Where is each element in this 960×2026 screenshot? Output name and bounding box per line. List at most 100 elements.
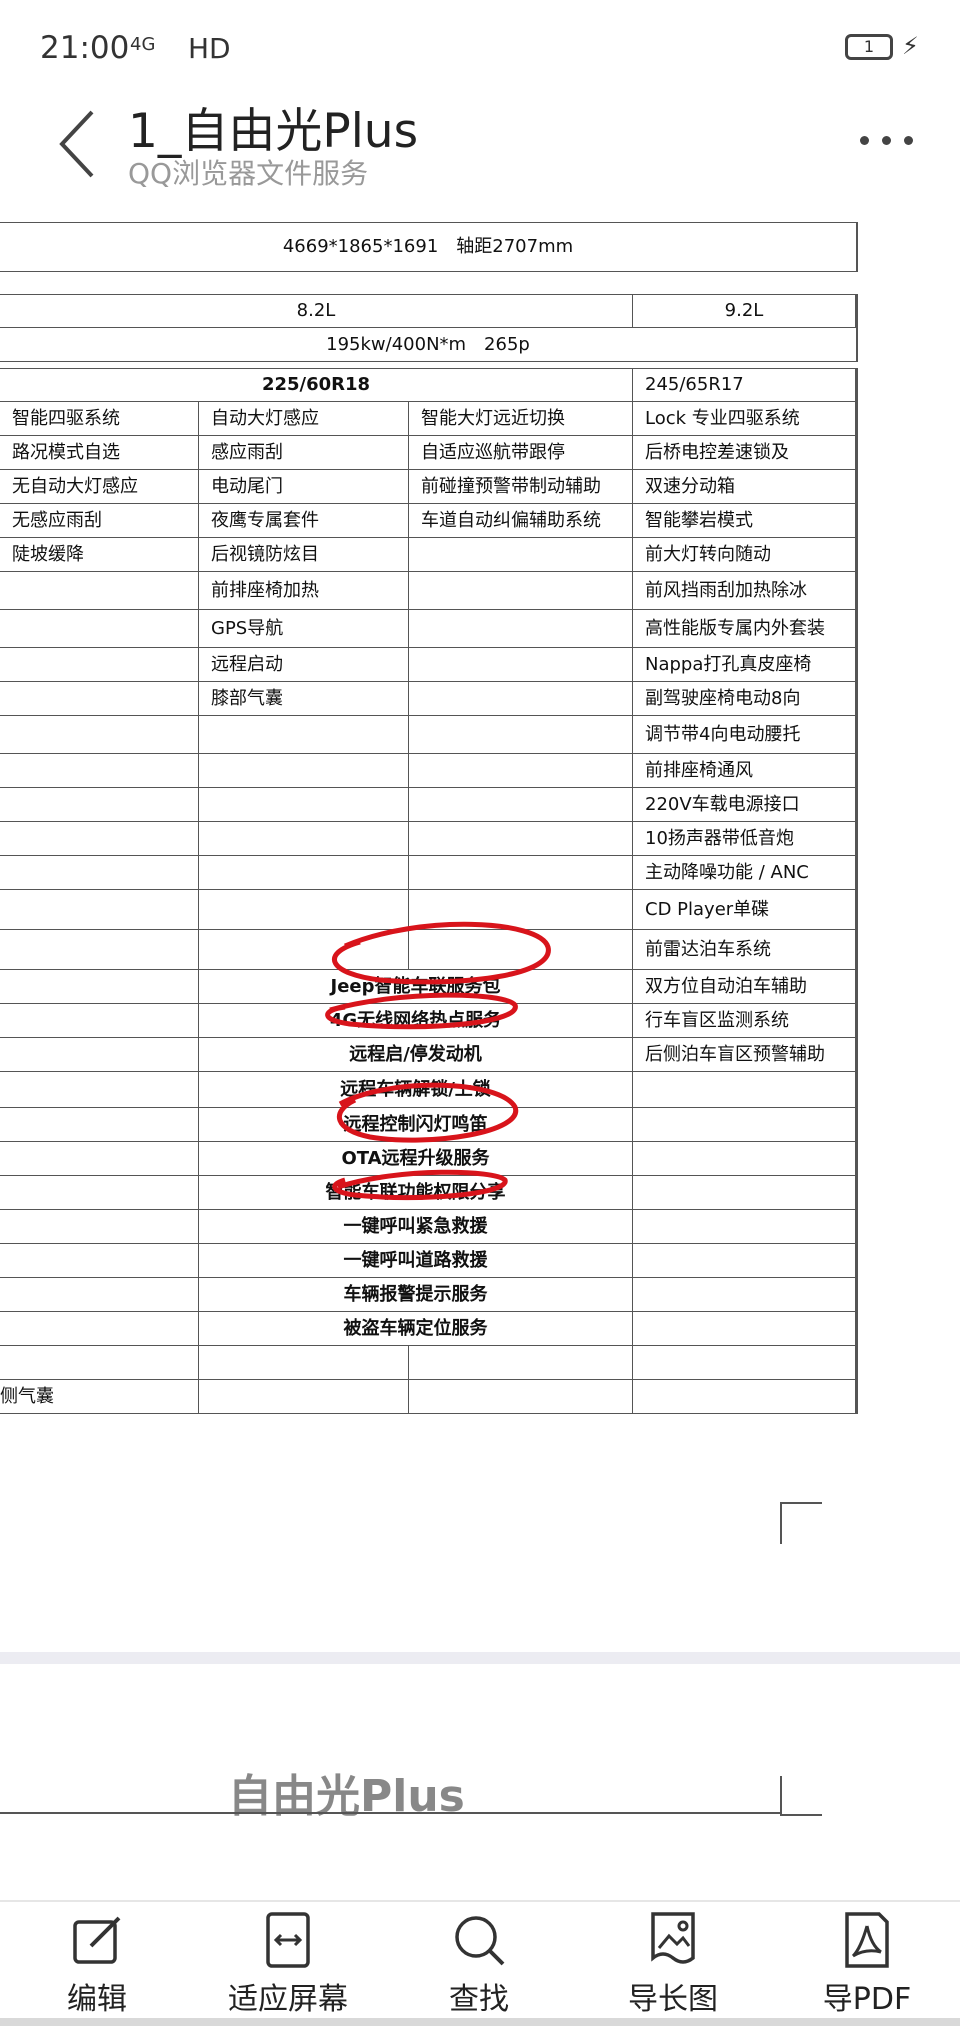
edit-icon [73, 1916, 121, 1964]
table-cell: 智能四驱系统 [0, 402, 199, 435]
table-row: 车辆报警提示服务 [0, 1278, 856, 1312]
table-cell [199, 1346, 409, 1379]
table-cell: 4G无线网络热点服务 [199, 1004, 633, 1037]
table-row: 10扬声器带低音炮 [0, 822, 856, 856]
table-border [856, 682, 858, 716]
bottom-toolbar: 编辑 适应屏幕 查找 导长图 导PDF [0, 1900, 960, 2026]
table-cell: 陡坡缓降 [0, 538, 199, 571]
export-pdf-label: 导PDF [822, 1982, 912, 2017]
table-border [856, 1312, 858, 1346]
table-cell [0, 1312, 199, 1345]
more-button[interactable] [858, 122, 918, 162]
battery-icon: 1 [845, 34, 893, 60]
table-border [856, 1004, 858, 1038]
table-cell: 双方位自动泊车辅助 [633, 970, 856, 1003]
table-cell [409, 788, 633, 821]
fit-screen-icon [266, 1912, 310, 1968]
table-cell [0, 648, 199, 681]
long-image-button[interactable]: 导长图 [618, 1910, 728, 2020]
table-cell: 4669*1865*1691 轴距2707mm [282, 235, 574, 257]
table-cell [199, 890, 409, 929]
table-cell: 高性能版专属内外套装 [633, 610, 856, 647]
status-time: 21:00 [40, 30, 130, 66]
table-cell [409, 890, 633, 929]
table-cell [633, 1312, 856, 1345]
table-cell [199, 856, 409, 889]
table-row: 陡坡缓降 后视镜防炫目 前大灯转向随动 [0, 538, 856, 572]
table-cell: Nappa打孔真皮座椅 [633, 648, 856, 681]
table-cell: 调节带4向电动腰托 [633, 716, 856, 753]
table-cell: CD Player单碟 [633, 890, 856, 929]
table-cell [0, 930, 199, 969]
table-cell [633, 1244, 856, 1277]
table-border [856, 538, 858, 572]
table-cell: GPS导航 [199, 610, 409, 647]
table-cell [409, 754, 633, 787]
document-subtitle: QQ浏览器文件服务 [128, 157, 369, 190]
table-border [856, 890, 858, 930]
table-cell: 245/65R17 [633, 369, 856, 401]
table-cell [0, 890, 199, 929]
table-border [856, 368, 858, 402]
table-cell [409, 538, 633, 571]
row-tyres: 225/60R18 245/65R17 [0, 368, 856, 402]
more-dots-icon [860, 136, 869, 145]
table-cell [633, 1142, 856, 1175]
table-cell: 智能攀岩模式 [633, 504, 856, 537]
table-cell [0, 754, 199, 787]
table-cell: 195kw/400N*m 265p [326, 333, 530, 355]
table-cell: 一键呼叫道路救援 [199, 1244, 633, 1277]
document-viewer[interactable]: 4669*1865*1691 轴距2707mm 8.2L 9.2L 195kw/400… [0, 202, 960, 1652]
table-cell [633, 1176, 856, 1209]
table-row [0, 1346, 856, 1380]
table-border [856, 1210, 858, 1244]
pdf-icon [845, 1912, 889, 1968]
table-row: 智能四驱系统 自动大灯感应 智能大灯远近切换 Lock 专业四驱系统 [0, 402, 856, 436]
table-cell [199, 822, 409, 855]
table-row: Jeep智能车联服务包 双方位自动泊车辅助 [0, 970, 856, 1004]
table-cell [0, 1346, 199, 1379]
table-cell [633, 1072, 856, 1107]
search-button[interactable]: 查找 [434, 1910, 524, 2020]
table-row: 前排座椅通风 [0, 754, 856, 788]
table-cell [0, 1176, 199, 1209]
table-cell: 无感应雨刮 [0, 504, 199, 537]
table-cell: 智能车联功能权限分享 [199, 1176, 633, 1209]
table-border [856, 856, 858, 890]
table-border [856, 610, 858, 648]
table-border [856, 754, 858, 788]
table-border [856, 1244, 858, 1278]
table-cell [633, 1278, 856, 1311]
table-row: 一键呼叫紧急救援 [0, 1210, 856, 1244]
search-label: 查找 [449, 1982, 509, 2017]
table-cell: 自动大灯感应 [199, 402, 409, 435]
table-row: 智能车联功能权限分享 [0, 1176, 856, 1210]
table-cell: 车辆报警提示服务 [199, 1278, 633, 1311]
table-cell [199, 716, 409, 753]
table-cell: 225/60R18 [0, 369, 633, 401]
table-row: 调节带4向电动腰托 [0, 716, 856, 754]
table-row: 远程车辆解锁/上锁 [0, 1072, 856, 1108]
back-button[interactable] [50, 104, 110, 184]
page-corner-mark [780, 1502, 822, 1544]
table-cell [409, 822, 633, 855]
export-pdf-button[interactable]: 导PDF [812, 1910, 922, 2020]
table-cell [633, 1346, 856, 1379]
table-cell [633, 1380, 856, 1413]
table-cell: 侧气囊 [0, 1380, 199, 1413]
document-page-2: 自由光Plus [0, 1664, 960, 1904]
table-cell [409, 610, 633, 647]
fit-screen-button[interactable]: 适应屏幕 [218, 1910, 358, 2020]
table-row: 主动降噪功能 / ANC [0, 856, 856, 890]
table-cell [633, 1108, 856, 1141]
table-border [856, 822, 858, 856]
table-cell [199, 754, 409, 787]
table-cell [409, 716, 633, 753]
table-row: 220V车载电源接口 [0, 788, 856, 822]
table-border [856, 1346, 858, 1380]
edit-button[interactable]: 编辑 [52, 1910, 142, 2020]
table-cell [0, 1210, 199, 1243]
table-cell [0, 856, 199, 889]
table-cell: 智能大灯远近切换 [409, 402, 633, 435]
table-cell [0, 1278, 199, 1311]
